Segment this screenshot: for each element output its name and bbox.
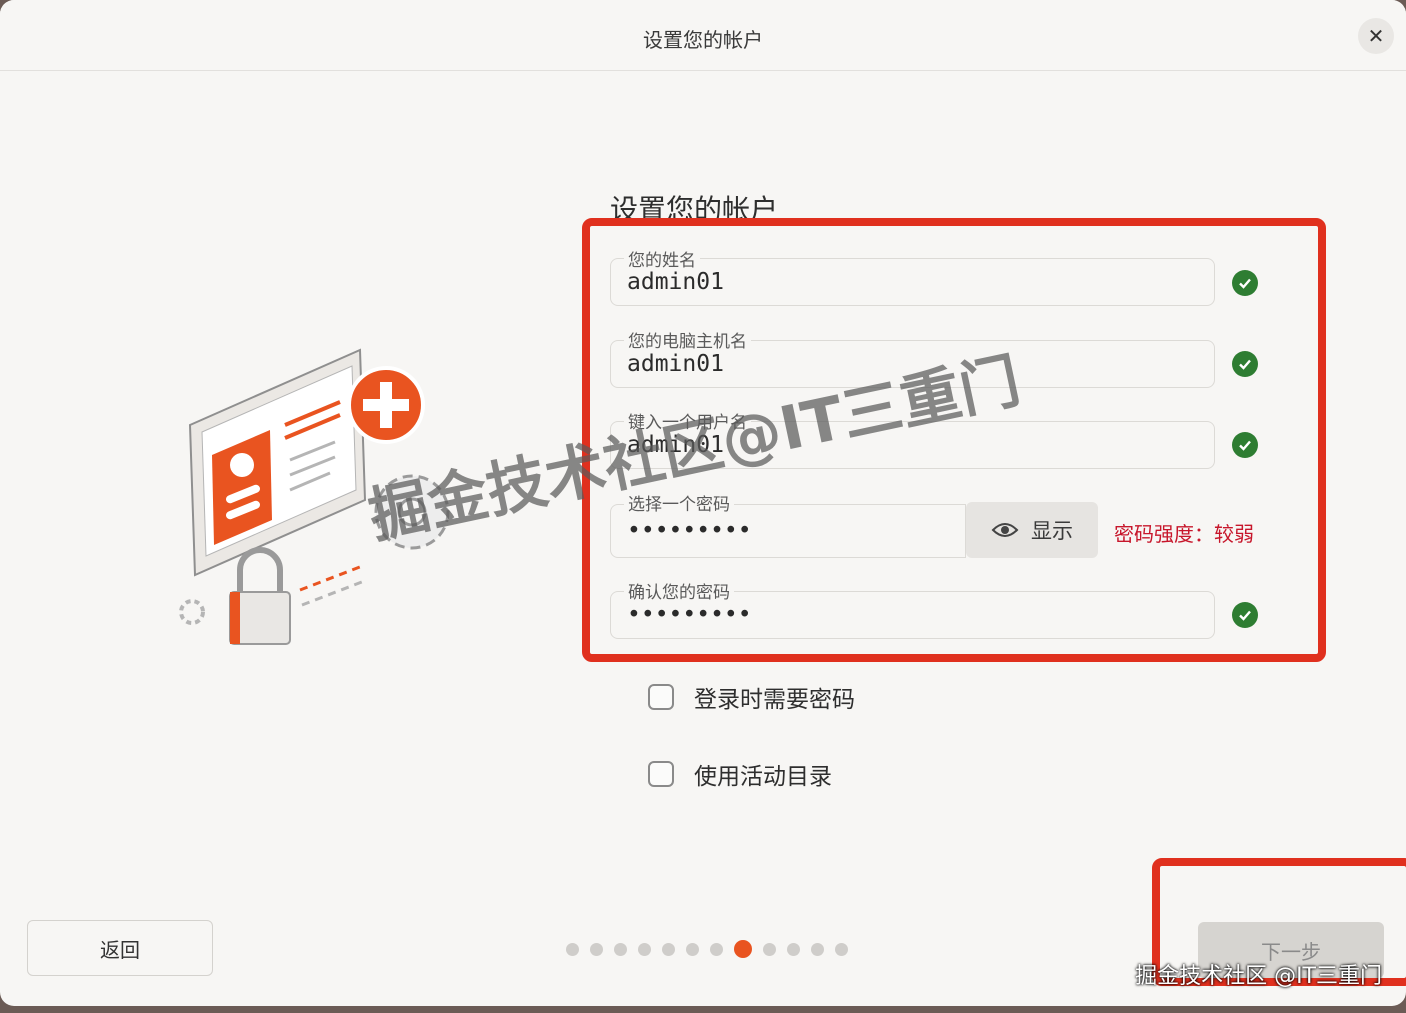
window-title: 设置您的帐户 xyxy=(643,28,763,52)
username-label: 键入一个用户名 xyxy=(624,408,751,433)
back-button[interactable]: 返回 xyxy=(27,920,213,976)
active-directory-checkbox[interactable] xyxy=(648,761,674,787)
close-icon: ✕ xyxy=(1367,24,1385,48)
hostname-value: admin01 xyxy=(627,351,724,377)
active-directory-label: 使用活动目录 xyxy=(694,764,832,790)
require-password-label: 登录时需要密码 xyxy=(694,687,855,713)
valid-check-icon xyxy=(1232,432,1258,458)
progress-dot xyxy=(763,942,776,956)
progress-dot xyxy=(662,942,675,956)
active-directory-option[interactable]: 使用活动目录 xyxy=(648,757,832,791)
progress-dot xyxy=(835,942,848,956)
valid-check-icon xyxy=(1232,602,1258,628)
password-value: ••••••••• xyxy=(627,518,752,544)
full-name-field[interactable]: admin01 xyxy=(610,258,1215,306)
progress-dot xyxy=(686,942,699,956)
confirm-password-label: 确认您的密码 xyxy=(624,578,734,603)
username-value: admin01 xyxy=(627,432,724,458)
close-button[interactable]: ✕ xyxy=(1358,18,1394,54)
progress-dot xyxy=(710,942,723,956)
valid-check-icon xyxy=(1232,351,1258,377)
full-name-value: admin01 xyxy=(627,269,724,295)
padlock-icon xyxy=(229,547,291,645)
account-illustration xyxy=(179,348,450,645)
gear-icon xyxy=(374,474,450,550)
corner-watermark: 掘金技术社区 @IT三重门 xyxy=(1135,964,1382,989)
progress-dot xyxy=(811,942,824,956)
title-bar: 设置您的帐户 ✕ xyxy=(0,0,1406,71)
eye-icon xyxy=(991,523,1019,537)
password-label: 选择一个密码 xyxy=(624,490,734,515)
show-password-label: 显示 xyxy=(1031,519,1073,543)
valid-check-icon xyxy=(1232,270,1258,296)
require-password-option[interactable]: 登录时需要密码 xyxy=(648,680,855,714)
plus-badge-icon xyxy=(347,366,425,444)
password-strength: 密码强度：较弱 xyxy=(1114,522,1254,546)
progress-dot xyxy=(566,942,579,956)
progress-dot xyxy=(590,942,603,956)
progress-dot xyxy=(638,942,651,956)
progress-dots xyxy=(566,940,848,958)
monitor-icon xyxy=(188,348,367,577)
progress-dot xyxy=(787,942,800,956)
confirm-password-value: ••••••••• xyxy=(627,602,752,628)
require-password-checkbox[interactable] xyxy=(648,684,674,710)
progress-dot xyxy=(614,942,627,956)
progress-dot-active xyxy=(734,940,752,958)
hostname-label: 您的电脑主机名 xyxy=(624,327,751,352)
form-heading: 设置您的帐户 xyxy=(610,193,779,226)
installer-window: 设置您的帐户 ✕ 设置您的帐户 admin01 您的姓名 admin01 您的电… xyxy=(0,0,1406,1006)
show-password-button[interactable]: 显示 xyxy=(966,502,1098,558)
small-gear-icon xyxy=(179,599,205,625)
full-name-label: 您的姓名 xyxy=(624,246,700,271)
